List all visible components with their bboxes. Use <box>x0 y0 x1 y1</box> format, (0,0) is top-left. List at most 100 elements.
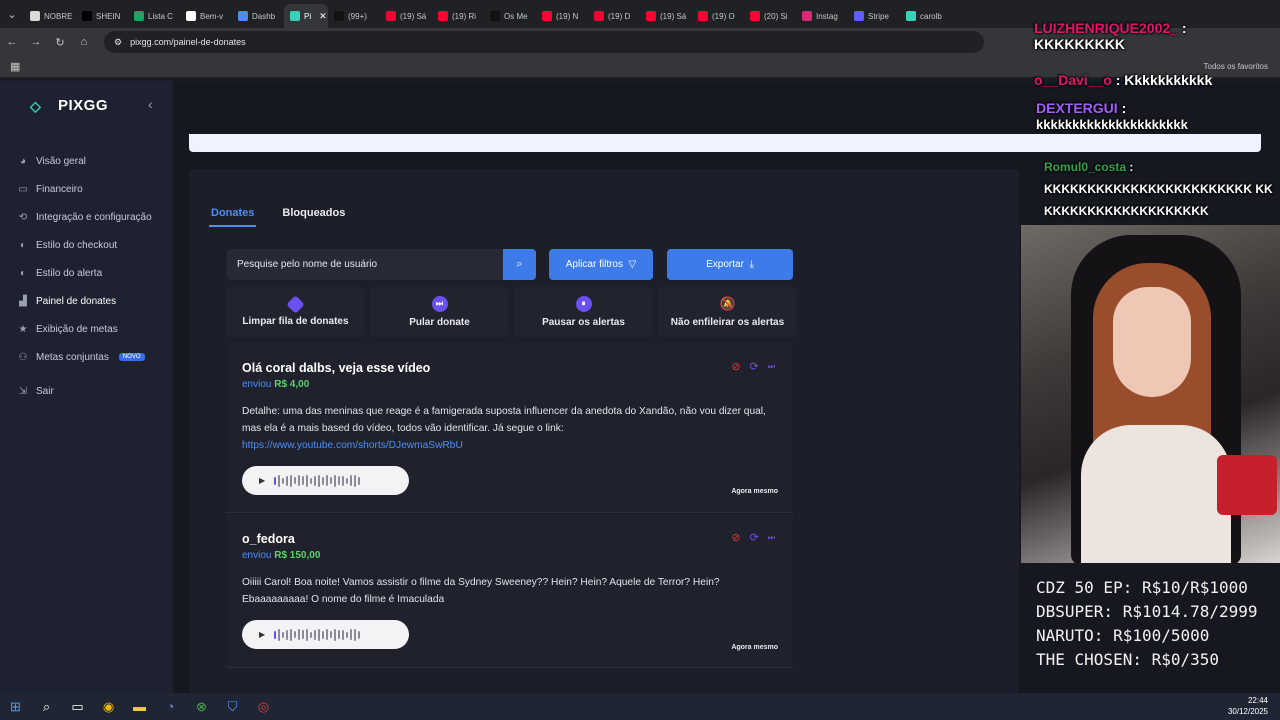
browser-tab[interactable]: NOBRE <box>24 4 76 28</box>
browser-tab[interactable]: (19) Sá <box>640 4 692 28</box>
star-icon: ★ <box>18 323 28 335</box>
skip-donate-button[interactable]: ⏭ Pular donate <box>371 287 508 337</box>
sidebar-item[interactable]: ★ Exibição de metas <box>0 315 173 343</box>
sidebar-item[interactable]: ▟ Painel de donates <box>0 287 173 315</box>
sidebar-item[interactable]: ◕ Visão geral <box>0 147 173 175</box>
waveform-bar <box>334 628 337 641</box>
tab-label: (19) Ri <box>452 11 477 21</box>
search-icon: ⌕ <box>516 258 523 270</box>
donation-amount: R$ 4,00 <box>274 379 310 390</box>
sidebar-item[interactable]: ⚇ Metas conjuntas NOVO <box>0 343 173 371</box>
pixgg-logo[interactable]: ◇ PIXGG <box>30 97 108 114</box>
browser-tab[interactable]: (20) Si <box>744 4 796 28</box>
search-icon[interactable]: ⌕ <box>31 699 62 715</box>
close-tab-icon[interactable]: ✕ <box>319 11 327 22</box>
browser-tab[interactable]: (19) O <box>692 4 744 28</box>
replay-icon[interactable]: ⟳ <box>750 531 759 544</box>
browser-tab[interactable]: Bem-v <box>180 4 232 28</box>
export-button[interactable]: Exportar ⤓ <box>667 249 793 280</box>
waveform-bar <box>310 477 313 484</box>
waveform-bar <box>342 475 345 486</box>
browser-tab[interactable]: carolb <box>900 4 952 28</box>
sidebar-item[interactable]: ⇲ Sair <box>0 377 173 405</box>
forward-icon[interactable]: → <box>24 36 48 48</box>
eraser-icon <box>286 294 305 314</box>
obs-icon[interactable]: ◎ <box>248 699 279 715</box>
url-field[interactable]: ⚙ pixgg.com/painel-de-donates <box>104 31 984 53</box>
browser-tab[interactable]: Dashb <box>232 4 284 28</box>
chat-text: KKKKKKKKK <box>1034 36 1125 52</box>
play-icon[interactable]: ▶ <box>259 630 265 639</box>
browser-tab[interactable]: SHEIN <box>76 4 128 28</box>
tab-favicon-icon <box>334 11 344 21</box>
waveform-bar <box>326 629 329 640</box>
browser-tab[interactable]: (19) N <box>536 4 588 28</box>
file-explorer-icon[interactable]: ▬ <box>124 699 155 714</box>
site-info-icon[interactable]: ⚙ <box>114 37 122 48</box>
donation-sent: enviou R$ 4,00 <box>242 379 309 390</box>
sidebar-item[interactable]: ◐ Estilo do checkout <box>0 231 173 259</box>
waveform-bar <box>342 629 345 640</box>
windows-start-icon[interactable]: ⊞ <box>0 699 31 715</box>
audio-player[interactable]: ▶ <box>242 466 409 495</box>
block-icon[interactable]: ⊘ <box>731 360 740 373</box>
clear-queue-button[interactable]: Limpar fila de donates <box>227 287 364 337</box>
xbox-icon[interactable]: ⊗ <box>186 699 217 715</box>
reload-icon[interactable]: ↻ <box>48 36 72 49</box>
audio-waveform[interactable] <box>274 474 361 487</box>
browser-tab[interactable]: Lista C <box>128 4 180 28</box>
tab-search-icon[interactable]: ⌄ <box>0 8 24 21</box>
audio-waveform[interactable] <box>274 628 361 641</box>
search-button[interactable]: ⌕ <box>503 249 536 280</box>
browser-tab[interactable]: (19) D <box>588 4 640 28</box>
skip-donate-label: Pular donate <box>409 317 470 328</box>
browser-tab[interactable]: (19) Sá <box>380 4 432 28</box>
browser-tab[interactable]: Os Me <box>484 4 536 28</box>
waveform-bar <box>322 476 325 485</box>
waveform-bar <box>278 474 281 487</box>
home-icon[interactable]: ⌂ <box>72 36 96 48</box>
waveform-bar <box>350 629 353 640</box>
sidebar-item[interactable]: ◐ Estilo do alerta <box>0 259 173 287</box>
block-icon[interactable]: ⊘ <box>731 531 740 544</box>
browser-tab[interactable]: Stripe <box>848 4 900 28</box>
tab-favicon-icon <box>30 11 40 21</box>
tab-label: NOBRE <box>44 11 73 21</box>
collapse-sidebar-icon[interactable]: ‹ <box>148 96 153 112</box>
shield-icon[interactable]: ⛉ <box>217 699 248 715</box>
back-icon[interactable]: ← <box>0 36 24 48</box>
waveform-bar <box>330 477 333 484</box>
waveform-bar <box>338 630 341 639</box>
task-view-icon[interactable]: ▭ <box>62 699 93 715</box>
browser-tab[interactable]: Instag <box>796 4 848 28</box>
replay-icon[interactable]: ⟳ <box>750 360 759 373</box>
audio-player[interactable]: ▶ <box>242 620 409 649</box>
waveform-bar <box>306 474 309 487</box>
tab-favicon-icon <box>82 11 92 21</box>
sidebar-item[interactable]: ▭ Financeiro <box>0 175 173 203</box>
tab-label: (19) N <box>556 11 579 21</box>
waveform-bar <box>338 476 341 485</box>
pause-alerts-button[interactable]: ⏸ Pausar os alertas <box>515 287 652 337</box>
message-link[interactable]: https://www.youtube.com/shorts/DJewmaSwR… <box>242 440 463 451</box>
skip-icon: ⏭ <box>431 296 448 312</box>
system-clock[interactable]: 22:44 30/12/2025 <box>1228 695 1268 717</box>
no-queue-alerts-button[interactable]: 🔕 Não enfileirar os alertas <box>659 287 796 337</box>
waveform-bar <box>286 475 289 486</box>
skip-icon[interactable]: ⏭ <box>768 362 775 373</box>
play-icon[interactable]: ▶ <box>259 476 265 485</box>
chrome-icon[interactable]: ◉ <box>93 699 124 715</box>
apply-filters-button[interactable]: Aplicar filtros ▽ <box>549 249 653 280</box>
donation-title: o_fedora <box>242 532 295 546</box>
browser-tab[interactable]: Pi ✕ <box>284 4 328 28</box>
skip-icon[interactable]: ⏭ <box>768 533 775 544</box>
search-input[interactable]: Pesquise pelo nome de usuário <box>227 249 503 280</box>
sidebar-item[interactable]: ⟲ Integração e configuração <box>0 203 173 231</box>
tab-bloqueados[interactable]: Bloqueados <box>280 207 347 227</box>
browser-tab[interactable]: (99+) <box>328 4 380 28</box>
tab-donates[interactable]: Donates <box>209 207 257 227</box>
browser-tab[interactable]: (19) Ri <box>432 4 484 28</box>
discord-icon[interactable]: ◔ <box>155 699 186 714</box>
apps-grid-icon[interactable]: ▦ <box>10 60 20 73</box>
waveform-bar <box>358 630 361 639</box>
